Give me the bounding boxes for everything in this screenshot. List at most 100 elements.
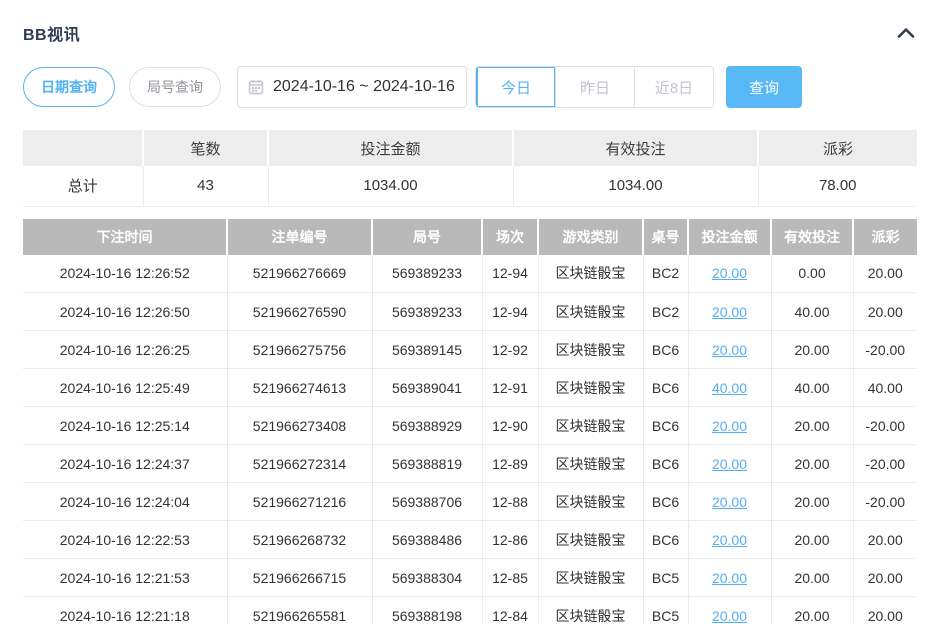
bet-amount-link[interactable]: 20.00 xyxy=(712,304,747,320)
table-no-cell: BC6 xyxy=(643,369,688,407)
bet-amount-cell: 20.00 xyxy=(688,521,771,559)
bet-time-cell: 2024-10-16 12:22:53 xyxy=(23,521,227,559)
bet-amount-cell: 20.00 xyxy=(688,293,771,331)
table-no-cell: BC2 xyxy=(643,255,688,293)
summary-header-count: 笔数 xyxy=(143,130,268,166)
game-type-cell: 区块链骰宝 xyxy=(538,255,643,293)
table-no-cell: BC6 xyxy=(643,331,688,369)
date-query-tab[interactable]: 日期查询 xyxy=(23,67,115,107)
valid-bet-cell: 0.00 xyxy=(771,255,853,293)
session-cell: 12-84 xyxy=(482,597,538,624)
summary-header-valid-bet: 有效投注 xyxy=(513,130,758,166)
game-type-cell: 区块链骰宝 xyxy=(538,369,643,407)
bet-amount-link[interactable]: 20.00 xyxy=(712,494,747,510)
valid-bet-cell: 40.00 xyxy=(771,293,853,331)
bet-amount-link[interactable]: 40.00 xyxy=(712,380,747,396)
game-type-cell: 区块链骰宝 xyxy=(538,521,643,559)
valid-bet-cell: 20.00 xyxy=(771,597,853,624)
bet-amount-cell: 20.00 xyxy=(688,483,771,521)
bet-time-cell: 2024-10-16 12:24:37 xyxy=(23,445,227,483)
bet-amount-link[interactable]: 20.00 xyxy=(712,608,747,624)
date-range-value: 2024-10-16 ~ 2024-10-16 xyxy=(273,78,455,96)
bet-amount-cell: 20.00 xyxy=(688,559,771,597)
order-id-cell: 521966272314 xyxy=(227,445,372,483)
col-header-order-id: 注单编号 xyxy=(227,219,372,255)
bet-amount-cell: 20.00 xyxy=(688,407,771,445)
round-id-cell: 569388819 xyxy=(372,445,482,483)
game-type-cell: 区块链骰宝 xyxy=(538,293,643,331)
col-header-round-id: 局号 xyxy=(372,219,482,255)
bet-time-cell: 2024-10-16 12:25:14 xyxy=(23,407,227,445)
summary-header-bet-amount: 投注金额 xyxy=(268,130,513,166)
bet-amount-link[interactable]: 20.00 xyxy=(712,570,747,586)
round-id-cell: 569389233 xyxy=(372,293,482,331)
valid-bet-cell: 20.00 xyxy=(771,407,853,445)
session-cell: 12-94 xyxy=(482,255,538,293)
summary-table: 笔数 投注金额 有效投注 派彩 总计 43 1034.00 1034.00 78… xyxy=(23,130,917,207)
col-header-table-no: 桌号 xyxy=(643,219,688,255)
col-header-bet-time: 下注时间 xyxy=(23,219,227,255)
order-id-cell: 521966265581 xyxy=(227,597,372,624)
table-row: 2024-10-16 12:22:53521966268732569388486… xyxy=(23,521,917,559)
quick-range-group: 今日 昨日 近8日 xyxy=(475,66,714,108)
summary-total-bet-amount: 1034.00 xyxy=(268,166,513,206)
col-header-payout: 派彩 xyxy=(853,219,917,255)
round-id-cell: 569388304 xyxy=(372,559,482,597)
game-type-cell: 区块链骰宝 xyxy=(538,407,643,445)
round-id-cell: 569389145 xyxy=(372,331,482,369)
col-header-game-type: 游戏类别 xyxy=(538,219,643,255)
summary-total-label: 总计 xyxy=(23,166,143,206)
bet-time-cell: 2024-10-16 12:26:25 xyxy=(23,331,227,369)
bet-amount-link[interactable]: 20.00 xyxy=(712,265,747,281)
date-range-input[interactable]: 2024-10-16 ~ 2024-10-16 xyxy=(237,66,467,108)
session-cell: 12-89 xyxy=(482,445,538,483)
summary-total-count: 43 xyxy=(143,166,268,206)
collapse-panel-button[interactable] xyxy=(895,22,917,44)
bet-records-table: 下注时间 注单编号 局号 场次 游戏类别 桌号 投注金额 有效投注 派彩 202… xyxy=(23,219,917,624)
bet-amount-link[interactable]: 20.00 xyxy=(712,456,747,472)
payout-cell: -20.00 xyxy=(853,445,917,483)
session-cell: 12-90 xyxy=(482,407,538,445)
bb-video-panel: BB视讯 日期查询 局号查询 2024-10-16 ~ 2024-10-16 xyxy=(0,0,947,624)
order-id-cell: 521966271216 xyxy=(227,483,372,521)
round-id-cell: 569388706 xyxy=(372,483,482,521)
filter-toolbar: 日期查询 局号查询 2024-10-16 ~ 2024-10-16 今日 昨日 … xyxy=(23,66,917,108)
bet-amount-link[interactable]: 20.00 xyxy=(712,418,747,434)
valid-bet-cell: 20.00 xyxy=(771,483,853,521)
quick-range-yesterday[interactable]: 昨日 xyxy=(555,67,634,107)
game-type-cell: 区块链骰宝 xyxy=(538,483,643,521)
calendar-icon xyxy=(248,79,264,95)
order-id-cell: 521966268732 xyxy=(227,521,372,559)
table-no-cell: BC6 xyxy=(643,483,688,521)
table-row: 2024-10-16 12:24:04521966271216569388706… xyxy=(23,483,917,521)
table-no-cell: BC6 xyxy=(643,407,688,445)
bet-time-cell: 2024-10-16 12:24:04 xyxy=(23,483,227,521)
order-id-cell: 521966275756 xyxy=(227,331,372,369)
payout-cell: 20.00 xyxy=(853,521,917,559)
bet-amount-link[interactable]: 20.00 xyxy=(712,342,747,358)
summary-header-row: 笔数 投注金额 有效投注 派彩 xyxy=(23,130,917,166)
order-id-cell: 521966273408 xyxy=(227,407,372,445)
bet-time-cell: 2024-10-16 12:26:52 xyxy=(23,255,227,293)
quick-range-today[interactable]: 今日 xyxy=(476,67,555,107)
quick-range-last8days[interactable]: 近8日 xyxy=(634,67,713,107)
bet-table-body: 2024-10-16 12:26:52521966276669569389233… xyxy=(23,255,917,624)
bet-time-cell: 2024-10-16 12:21:18 xyxy=(23,597,227,624)
bet-table-header-row: 下注时间 注单编号 局号 场次 游戏类别 桌号 投注金额 有效投注 派彩 xyxy=(23,219,917,255)
round-query-tab[interactable]: 局号查询 xyxy=(129,67,221,107)
order-id-cell: 521966276669 xyxy=(227,255,372,293)
payout-cell: -20.00 xyxy=(853,483,917,521)
search-button[interactable]: 查询 xyxy=(726,66,802,108)
table-row: 2024-10-16 12:21:18521966265581569388198… xyxy=(23,597,917,624)
summary-total-row: 总计 43 1034.00 1034.00 78.00 xyxy=(23,166,917,206)
table-no-cell: BC6 xyxy=(643,445,688,483)
session-cell: 12-91 xyxy=(482,369,538,407)
bet-amount-link[interactable]: 20.00 xyxy=(712,532,747,548)
payout-cell: 40.00 xyxy=(853,369,917,407)
valid-bet-cell: 20.00 xyxy=(771,331,853,369)
table-no-cell: BC6 xyxy=(643,521,688,559)
round-id-cell: 569389233 xyxy=(372,255,482,293)
round-id-cell: 569388198 xyxy=(372,597,482,624)
payout-cell: 20.00 xyxy=(853,559,917,597)
col-header-valid-bet: 有效投注 xyxy=(771,219,853,255)
